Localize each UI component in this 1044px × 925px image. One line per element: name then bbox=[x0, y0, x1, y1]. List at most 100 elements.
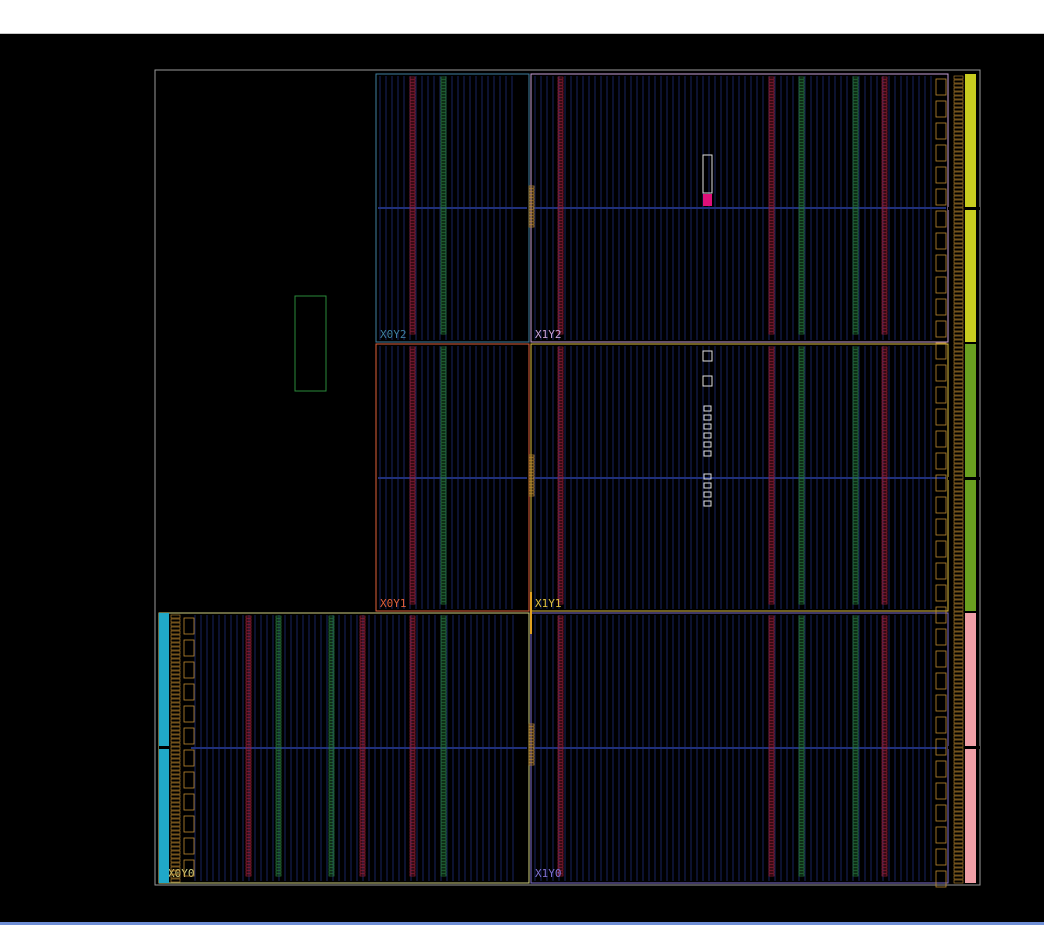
dsp-tile bbox=[440, 735, 447, 739]
bram-tile bbox=[409, 106, 416, 110]
dsp-tile bbox=[852, 91, 859, 95]
dsp-tile bbox=[440, 316, 447, 320]
dsp-tile bbox=[852, 505, 859, 509]
bram-tile bbox=[768, 547, 775, 551]
io-tile bbox=[953, 163, 964, 168]
bram-tile bbox=[768, 861, 775, 865]
bram-tile bbox=[768, 592, 775, 596]
pblock-rect[interactable] bbox=[294, 295, 327, 392]
dsp-tile bbox=[852, 448, 859, 452]
dsp-tile bbox=[852, 145, 859, 149]
dsp-tile bbox=[440, 690, 447, 694]
dsp-tile bbox=[852, 672, 859, 676]
io-tile bbox=[953, 455, 964, 460]
dsp-tile bbox=[852, 364, 859, 368]
dsp-tile bbox=[440, 166, 447, 170]
bram-tile bbox=[768, 109, 775, 113]
io-tile bbox=[953, 407, 964, 412]
dsp-tile bbox=[798, 819, 805, 823]
dsp-tile bbox=[852, 418, 859, 422]
dsp-tile bbox=[798, 406, 805, 410]
dsp-tile bbox=[440, 454, 447, 458]
dsp-tile bbox=[798, 828, 805, 832]
io-tile bbox=[953, 275, 964, 280]
bram-tile bbox=[768, 669, 775, 673]
dsp-tile bbox=[440, 526, 447, 530]
dsp-tile bbox=[852, 373, 859, 377]
placed-cell-outline[interactable] bbox=[702, 154, 713, 194]
dsp-tile bbox=[852, 430, 859, 434]
io-tile bbox=[953, 399, 964, 404]
io-tile bbox=[953, 807, 964, 812]
io-tile bbox=[953, 171, 964, 176]
bram-tile bbox=[409, 388, 416, 392]
io-tile bbox=[170, 650, 181, 655]
io-tile bbox=[953, 715, 964, 720]
bram-tile bbox=[409, 595, 416, 599]
bram-tile bbox=[409, 100, 416, 104]
bram-tile bbox=[409, 103, 416, 107]
bram-tile bbox=[409, 145, 416, 149]
io-tile bbox=[953, 767, 964, 772]
io-tile bbox=[953, 327, 964, 332]
bram-tile bbox=[409, 127, 416, 131]
dsp-tile bbox=[798, 645, 805, 649]
dsp-tile bbox=[440, 753, 447, 757]
dsp-tile bbox=[440, 283, 447, 287]
dsp-tile bbox=[798, 352, 805, 356]
dsp-tile bbox=[440, 660, 447, 664]
dsp-tile bbox=[798, 91, 805, 95]
dsp-tile bbox=[798, 253, 805, 257]
dsp-tile bbox=[798, 810, 805, 814]
dsp-tile bbox=[852, 804, 859, 808]
device-canvas[interactable]: X0Y2 X1Y2 X0Y1 X1Y1 X0Y0 X1Y0 bbox=[0, 34, 1044, 922]
dsp-tile bbox=[440, 621, 447, 625]
dsp-tile bbox=[440, 301, 447, 305]
dsp-tile bbox=[440, 418, 447, 422]
dsp-tile bbox=[798, 786, 805, 790]
dsp-tile bbox=[852, 481, 859, 485]
dsp-tile bbox=[852, 229, 859, 233]
dsp-tile bbox=[440, 295, 447, 299]
bram-tile bbox=[768, 448, 775, 452]
io-block bbox=[183, 727, 195, 745]
bram-tile bbox=[409, 364, 416, 368]
dsp-tile bbox=[852, 304, 859, 308]
io-tile bbox=[170, 710, 181, 715]
io-tile bbox=[953, 287, 964, 292]
dsp-tile bbox=[798, 379, 805, 383]
io-tile bbox=[170, 766, 181, 771]
bram-tile bbox=[409, 358, 416, 362]
io-block bbox=[183, 683, 195, 701]
bram-tile bbox=[768, 687, 775, 691]
dsp-tile bbox=[852, 768, 859, 772]
dsp-tile bbox=[440, 490, 447, 494]
dsp-tile bbox=[440, 361, 447, 365]
dsp-tile bbox=[440, 433, 447, 437]
io-tile bbox=[953, 675, 964, 680]
dsp-tile bbox=[440, 481, 447, 485]
dsp-tile bbox=[852, 568, 859, 572]
dsp-tile bbox=[440, 442, 447, 446]
dsp-tile bbox=[440, 235, 447, 239]
bram-tile bbox=[768, 589, 775, 593]
io-tile bbox=[953, 623, 964, 628]
dsp-tile bbox=[798, 481, 805, 485]
bram-tile bbox=[409, 154, 416, 158]
placed-cell bbox=[703, 414, 712, 421]
dsp-tile bbox=[440, 687, 447, 691]
dsp-tile bbox=[798, 852, 805, 856]
dsp-tile bbox=[440, 79, 447, 83]
dsp-tile bbox=[798, 520, 805, 524]
dsp-tile bbox=[440, 76, 447, 80]
dsp-tile bbox=[852, 160, 859, 164]
bram-tile bbox=[409, 325, 416, 329]
dsp-tile bbox=[852, 163, 859, 167]
dsp-tile bbox=[798, 759, 805, 763]
dsp-tile bbox=[852, 484, 859, 488]
placed-cell-marker[interactable] bbox=[703, 194, 712, 206]
bram-tile bbox=[768, 711, 775, 715]
dsp-tile bbox=[852, 559, 859, 563]
device-view[interactable]: X0Y2 X1Y2X0Y1 X1Y1X0Y0 X1Y0 bbox=[0, 34, 1044, 922]
bram-tile bbox=[768, 505, 775, 509]
